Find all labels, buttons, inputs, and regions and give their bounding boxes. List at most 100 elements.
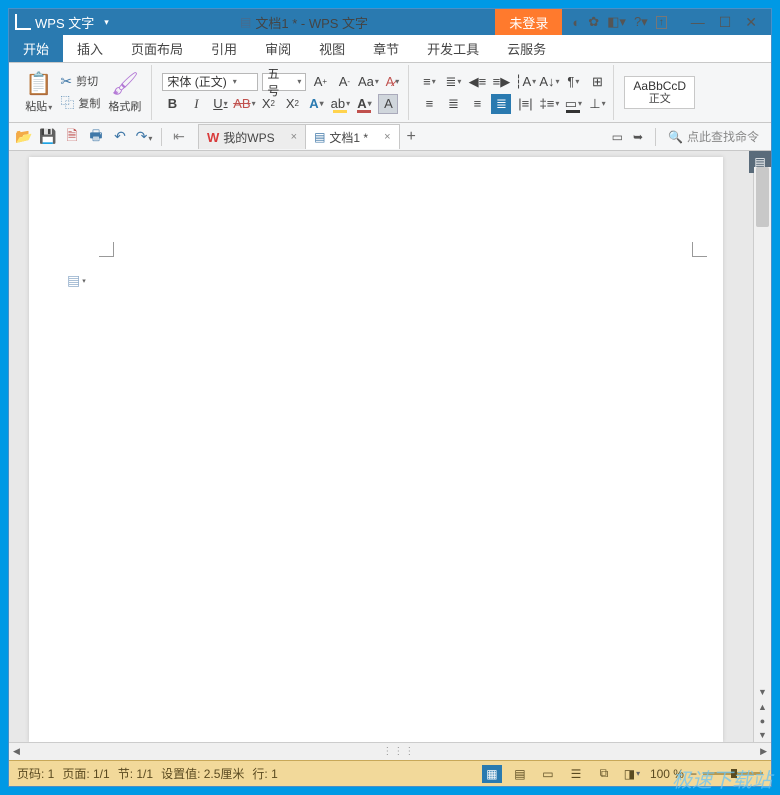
scroll-down-icon[interactable]: ▼ [758,684,767,700]
undo-icon[interactable]: ↶ [111,128,129,145]
status-position[interactable]: 设置值: 2.5厘米 [161,765,244,782]
sort-button[interactable]: A↓▾ [539,72,559,92]
text-effects-button[interactable]: A▾ [306,94,326,114]
font-size-select[interactable]: 五号▾ [262,73,306,91]
scroll-left-icon[interactable]: ◀ [9,746,24,757]
app-menu-dropdown[interactable]: ▾ [100,15,113,30]
view-web-icon[interactable]: ▭ [538,765,558,783]
align-right-button[interactable]: ≡ [467,94,487,114]
change-case-button[interactable]: Aa▾ [358,72,378,92]
document-page[interactable]: ▤▾ [29,157,723,742]
subscript-button[interactable]: X2 [282,94,302,114]
shrink-font-button[interactable]: A- [334,72,354,92]
view-draft-icon[interactable]: ◨▾ [622,765,642,783]
zoom-out-icon[interactable]: − [690,767,697,781]
status-page-number[interactable]: 页码: 1 [17,765,54,782]
font-family-select[interactable]: 宋体 (正文)▾ [162,73,258,91]
login-button[interactable]: 未登录 [495,9,562,35]
close-button[interactable]: ✕ [745,14,757,31]
scroll-thumb[interactable] [756,167,769,227]
view-outline-icon[interactable]: ▤ [510,765,530,783]
superscript-button[interactable]: X2 [258,94,278,114]
save-icon[interactable]: 💾 [39,128,57,145]
command-search[interactable]: 🔍 点此查找命令 [668,128,759,145]
style-normal[interactable]: AaBbCcD 正文 [624,76,695,110]
increase-indent-button[interactable]: ≡▶ [491,72,511,92]
bullet-list-button[interactable]: ≡▾ [419,72,439,92]
justify-button[interactable]: ≣ [491,94,511,114]
vertical-scrollbar[interactable]: ▲ ▼ ▲ ● ▼ [753,151,771,742]
paragraph-options-icon[interactable]: ▤▾ [67,272,86,289]
zoom-control[interactable]: 100 % − [650,767,763,781]
copy-button[interactable]: ⿻ 复制 [60,93,100,113]
italic-button[interactable]: I [186,94,206,114]
tab-dev-tools[interactable]: 开发工具 [413,35,493,62]
zoom-label[interactable]: 100 % [650,767,684,781]
screen-icon[interactable]: ▭ [612,130,623,144]
maximize-button[interactable]: ☐ [719,14,732,31]
tab-view[interactable]: 视图 [305,35,359,62]
tab-my-wps[interactable]: W 我的WPS × [198,124,306,149]
view-print-layout-icon[interactable]: ▦ [482,765,502,783]
decrease-indent-button[interactable]: ◀≡ [467,72,487,92]
browse-object-icon[interactable]: ● [760,714,765,728]
close-tab-icon[interactable]: × [384,131,390,143]
status-line[interactable]: 行: 1 [252,765,277,782]
arrow-right-icon[interactable]: ➥ [633,130,643,144]
tab-references[interactable]: 引用 [197,35,251,62]
customize-qat-icon[interactable]: ⇤ [170,128,188,145]
tab-insert[interactable]: 插入 [63,35,117,62]
font-color-button[interactable]: A▾ [354,94,374,114]
underline-button[interactable]: U▾ [210,94,230,114]
grow-font-button[interactable]: A+ [310,72,330,92]
char-shading-button[interactable]: A [378,94,398,114]
brush-icon: 🖌 [111,71,139,97]
strikethrough-button[interactable]: AB▾ [234,94,254,114]
paste-button[interactable]: 📋 粘贴▾ [21,69,56,116]
view-reading-icon[interactable]: ☰ [566,765,586,783]
show-marks-button[interactable]: ¶▾ [563,72,583,92]
tab-cloud[interactable]: 云服务 [493,35,560,62]
hscroll-handle[interactable]: ⋮⋮⋮ [382,746,415,757]
status-section[interactable]: 节: 1/1 [118,765,153,782]
text-direction-button[interactable]: ┆A▾ [515,72,535,92]
tab-chapter[interactable]: 章节 [359,35,413,62]
tab-review[interactable]: 审阅 [251,35,305,62]
view-fullscreen-icon[interactable]: ⧉ [594,765,614,783]
help-icon[interactable]: ?▾ [634,14,648,30]
highlight-button[interactable]: ab▾ [330,94,350,114]
open-icon[interactable]: 📂 [15,128,33,145]
line-spacing-button[interactable]: ‡≡▾ [539,94,559,114]
zoom-slider[interactable] [703,772,763,775]
print-icon[interactable]: 🖶 [87,125,105,149]
upload-icon[interactable]: ↑ [656,16,667,29]
print-preview-icon[interactable]: 🗎 [63,125,81,149]
horizontal-scrollbar[interactable]: ◀ ⋮⋮⋮ ▶ [9,742,771,760]
close-tab-icon[interactable]: × [291,131,297,143]
tab-document-1[interactable]: ▤ 文档1 * × [305,124,399,149]
next-page-icon[interactable]: ▼ [758,728,767,742]
bold-button[interactable]: B [162,94,182,114]
tab-stops-button[interactable]: ⊥▾ [587,94,607,114]
sync-icon[interactable]: ◐ [572,15,580,30]
prev-page-icon[interactable]: ▲ [758,700,767,714]
skin-icon[interactable]: ◧▾ [607,14,626,30]
number-list-button[interactable]: ≣▾ [443,72,463,92]
new-tab-button[interactable]: + [399,123,424,150]
distribute-button[interactable]: |≡| [515,94,535,114]
format-painter-button[interactable]: 🖌 格式刷 [104,69,145,116]
borders-button[interactable]: ⊞ [587,72,607,92]
document-title-text: 文档1 * - WPS 文字 [255,13,368,32]
scroll-right-icon[interactable]: ▶ [756,746,771,757]
cut-button[interactable]: ✂ 剪切 [60,73,100,90]
cloud-icon[interactable]: ✿ [588,14,599,30]
tab-page-layout[interactable]: 页面布局 [117,35,197,62]
clear-format-button[interactable]: A̷▾ [382,72,402,92]
redo-icon[interactable]: ↷▾ [135,128,153,145]
tab-home[interactable]: 开始 [9,35,63,62]
status-page[interactable]: 页面: 1/1 [62,765,109,782]
shading-button[interactable]: ▭▾ [563,94,583,114]
minimize-button[interactable]: — [691,14,705,31]
align-left-button[interactable]: ≡ [419,94,439,114]
align-center-button[interactable]: ≣ [443,94,463,114]
